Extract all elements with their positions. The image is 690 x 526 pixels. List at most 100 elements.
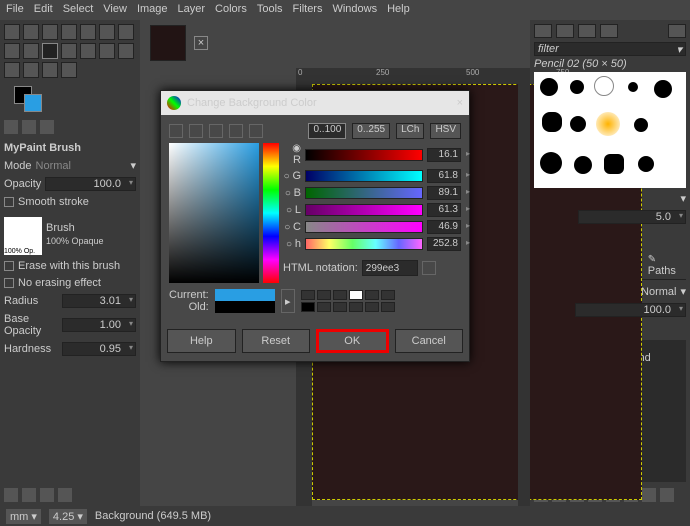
tool-options-icon[interactable]: [40, 120, 54, 134]
preset-swatch[interactable]: [349, 302, 363, 312]
noerase-checkbox[interactable]: [4, 278, 14, 288]
tool-smudge[interactable]: [99, 43, 115, 59]
history-tab[interactable]: [600, 24, 618, 38]
close-icon[interactable]: ×: [457, 97, 463, 109]
baseop-field[interactable]: 1.00: [62, 318, 136, 332]
swap-color-icon[interactable]: ▸: [281, 289, 295, 313]
menu-layer[interactable]: Layer: [178, 3, 206, 17]
watercolor-picker-icon[interactable]: [209, 124, 223, 138]
ok-button[interactable]: OK: [316, 329, 389, 353]
hue-bar[interactable]: [263, 143, 279, 283]
menu-colors[interactable]: Colors: [215, 3, 247, 17]
hsv-button[interactable]: HSV: [430, 123, 461, 139]
brushes-tab[interactable]: [534, 24, 552, 38]
h-value[interactable]: 252.8: [427, 237, 461, 251]
color-swatches[interactable]: [14, 86, 50, 116]
eyedropper-icon[interactable]: [422, 261, 436, 275]
tool-warp[interactable]: [99, 24, 115, 40]
preset-swatch[interactable]: [301, 290, 315, 300]
layer-opacity-field[interactable]: 100.0: [575, 303, 686, 317]
preset-swatch[interactable]: [349, 290, 363, 300]
menu-select[interactable]: Select: [63, 3, 94, 17]
tool-zoom[interactable]: [61, 62, 77, 78]
range-0-255-button[interactable]: 0..255: [352, 123, 390, 139]
save-options-icon[interactable]: [4, 488, 18, 502]
preset-swatch[interactable]: [365, 290, 379, 300]
images-icon[interactable]: [22, 120, 36, 134]
patterns-tab[interactable]: [556, 24, 574, 38]
del-layer-icon[interactable]: [660, 488, 674, 502]
r-value[interactable]: 16.1: [427, 148, 461, 162]
sv-picker[interactable]: [169, 143, 259, 283]
close-image-icon[interactable]: ×: [194, 36, 208, 50]
cancel-button[interactable]: Cancel: [395, 329, 464, 353]
preset-swatch[interactable]: [333, 290, 347, 300]
l-value[interactable]: 61.3: [427, 203, 461, 217]
menubar[interactable]: File Edit Select View Image Layer Colors…: [0, 0, 690, 20]
scrollbar-vertical[interactable]: [518, 84, 530, 506]
menu-image[interactable]: Image: [137, 3, 168, 17]
preset-swatch[interactable]: [333, 302, 347, 312]
tab-menu-icon[interactable]: [668, 24, 686, 38]
cmyk-picker-icon[interactable]: [189, 124, 203, 138]
c-slider[interactable]: [305, 221, 423, 233]
c-value[interactable]: 46.9: [427, 220, 461, 234]
menu-filters[interactable]: Filters: [293, 3, 323, 17]
tool-picker[interactable]: [23, 62, 39, 78]
preset-swatch[interactable]: [317, 290, 331, 300]
tab-paths[interactable]: ✎ Paths: [644, 252, 686, 279]
tool-path[interactable]: [118, 43, 134, 59]
tool-mypaint[interactable]: [42, 43, 58, 59]
filter-input[interactable]: filter: [538, 43, 559, 55]
l-slider[interactable]: [305, 204, 423, 216]
brush-grid[interactable]: [534, 72, 686, 188]
palette-picker-icon[interactable]: [249, 124, 263, 138]
gimp-picker-icon[interactable]: [169, 124, 183, 138]
unit-dropdown[interactable]: mm ▾: [6, 509, 41, 524]
b-value[interactable]: 89.1: [427, 186, 461, 200]
g-value[interactable]: 61.8: [427, 169, 461, 183]
tool-rotate[interactable]: [80, 24, 96, 40]
tool-eraser[interactable]: [61, 43, 77, 59]
hardness-field[interactable]: 0.95: [62, 342, 136, 356]
zoom-dropdown[interactable]: 4.25 ▾: [49, 509, 87, 524]
menu-view[interactable]: View: [103, 3, 127, 17]
spacing-field[interactable]: 5.0: [578, 210, 686, 224]
reset-options-icon[interactable]: [58, 488, 72, 502]
preset-swatch[interactable]: [381, 302, 395, 312]
image-thumbnail[interactable]: [150, 25, 186, 61]
mode-dropdown[interactable]: Normal: [36, 160, 127, 172]
menu-windows[interactable]: Windows: [332, 3, 377, 17]
range-0-100-button[interactable]: 0..100: [308, 123, 346, 139]
preset-swatch[interactable]: [301, 302, 315, 312]
radius-field[interactable]: 3.01: [62, 294, 136, 308]
g-slider[interactable]: [305, 170, 423, 182]
menu-help[interactable]: Help: [387, 3, 410, 17]
smooth-stroke-checkbox[interactable]: [4, 197, 14, 207]
menu-tools[interactable]: Tools: [257, 3, 283, 17]
fonts-tab[interactable]: [578, 24, 596, 38]
undo-history-icon[interactable]: [4, 120, 18, 134]
tool-free-select[interactable]: [42, 24, 58, 40]
preset-swatch[interactable]: [365, 302, 379, 312]
wheel-picker-icon[interactable]: [229, 124, 243, 138]
brush-preview[interactable]: 100% Op.: [4, 217, 42, 255]
opacity-field[interactable]: 100.0: [45, 177, 136, 191]
tool-text[interactable]: [4, 62, 20, 78]
tool-move[interactable]: [4, 24, 20, 40]
menu-edit[interactable]: Edit: [34, 3, 53, 17]
preset-swatch[interactable]: [381, 290, 395, 300]
mask-layer-icon[interactable]: [642, 488, 656, 502]
tool-rect-select[interactable]: [23, 24, 39, 40]
h-slider[interactable]: [305, 238, 423, 250]
b-slider[interactable]: [305, 187, 423, 199]
erase-checkbox[interactable]: [4, 261, 14, 271]
tool-crop[interactable]: [61, 24, 77, 40]
tool-measure[interactable]: [42, 62, 58, 78]
preset-swatch[interactable]: [317, 302, 331, 312]
tool-clone[interactable]: [80, 43, 96, 59]
menu-file[interactable]: File: [6, 3, 24, 17]
tool-pencil[interactable]: [23, 43, 39, 59]
r-slider[interactable]: [305, 149, 423, 161]
help-button[interactable]: Help: [167, 329, 236, 353]
